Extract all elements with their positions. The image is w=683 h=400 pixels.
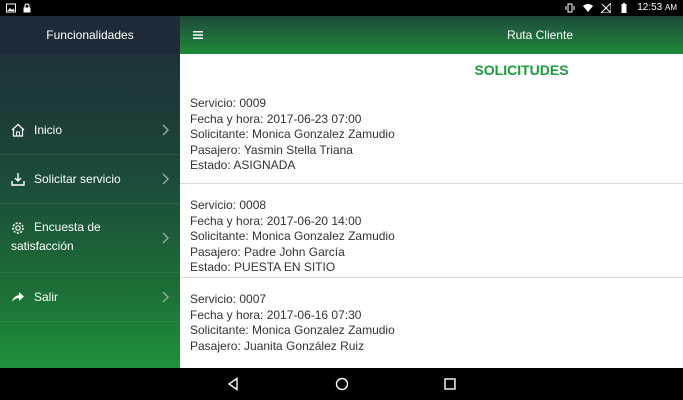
chevron-right-icon xyxy=(162,232,169,244)
back-icon[interactable] xyxy=(226,377,240,391)
download-icon xyxy=(11,173,25,186)
page-title: SOLICITUDES xyxy=(474,62,569,78)
chevron-right-icon xyxy=(162,124,169,136)
chevron-right-icon xyxy=(162,173,169,185)
list-item[interactable]: Servicio: 0009 Fecha y hora: 2017-06-23 … xyxy=(180,90,683,184)
battery-icon xyxy=(621,2,627,13)
app-title: Ruta Cliente xyxy=(506,28,573,42)
share-icon xyxy=(12,292,24,302)
list-item[interactable]: Servicio: 0007 Fecha y hora: 2017-06-16 … xyxy=(180,278,683,368)
recents-icon[interactable] xyxy=(443,377,457,391)
no-signal-icon xyxy=(601,2,612,13)
clock: 12:53 AM xyxy=(637,2,677,13)
requester: Solicitante: Monica Gonzalez Zamudio xyxy=(190,127,395,141)
home-circle-icon[interactable] xyxy=(335,377,349,391)
status: Estado: PUESTA EN SITIO xyxy=(190,260,336,274)
drawer-title: Funcionalidades xyxy=(0,16,180,54)
status: Estado: ASIGNADA xyxy=(190,158,296,172)
status-bar: 12:53 AM xyxy=(0,0,683,16)
home-icon xyxy=(11,123,25,137)
list-item[interactable]: Servicio: 0008 Fecha y hora: 2017-06-20 … xyxy=(180,184,683,278)
navigation-drawer: Funcionalidades Inicio Solicitar servici… xyxy=(0,16,180,368)
menu-item-label: Inicio xyxy=(34,122,63,137)
menu-item-label: Salir xyxy=(34,289,59,304)
menu-item-encuesta-satisfaccion[interactable]: Encuesta de satisfacción xyxy=(0,204,180,273)
menu-item-salir[interactable]: Salir xyxy=(0,273,180,322)
top-app-bar: Ruta Cliente xyxy=(180,16,683,54)
gear-icon xyxy=(12,221,24,234)
menu-item-label-line2: satisfacción xyxy=(11,239,74,253)
service-number: Servicio: 0007 xyxy=(190,292,267,306)
app-window: Funcionalidades Inicio Solicitar servici… xyxy=(0,16,683,368)
image-notification-icon xyxy=(6,3,16,13)
date-time: Fecha y hora: 2017-06-23 07:00 xyxy=(190,111,362,126)
menu-item-label-line1: Encuesta de xyxy=(34,220,101,234)
wifi-icon xyxy=(583,3,594,12)
chevron-right-icon xyxy=(162,291,169,303)
menu-item-label: Solicitar servicio xyxy=(34,171,121,186)
requester: Solicitante: Monica Gonzalez Zamudio xyxy=(190,229,395,243)
date-time: Fecha y hora: 2017-06-20 14:00 xyxy=(190,213,362,228)
menu-item-solicitar-servicio[interactable]: Solicitar servicio xyxy=(0,155,180,204)
main-content: Ruta Cliente SOLICITUDES Servicio: 0009 … xyxy=(180,16,683,368)
requests-list: Servicio: 0009 Fecha y hora: 2017-06-23 … xyxy=(180,90,683,368)
service-number: Servicio: 0008 xyxy=(190,198,267,212)
service-number: Servicio: 0009 xyxy=(190,96,267,110)
vibrate-icon xyxy=(565,3,575,12)
lock-icon xyxy=(23,3,31,13)
passenger: Pasajero: Juanita González Ruiz xyxy=(190,338,365,353)
date-time: Fecha y hora: 2017-06-16 07:30 xyxy=(190,307,362,322)
system-navigation-bar xyxy=(0,368,683,400)
passenger: Pasajero: Padre John García xyxy=(190,244,345,259)
passenger: Pasajero: Yasmin Stella Triana xyxy=(190,142,353,157)
menu-item-inicio[interactable]: Inicio xyxy=(0,106,180,155)
requester: Solicitante: Monica Gonzalez Zamudio xyxy=(190,323,395,337)
